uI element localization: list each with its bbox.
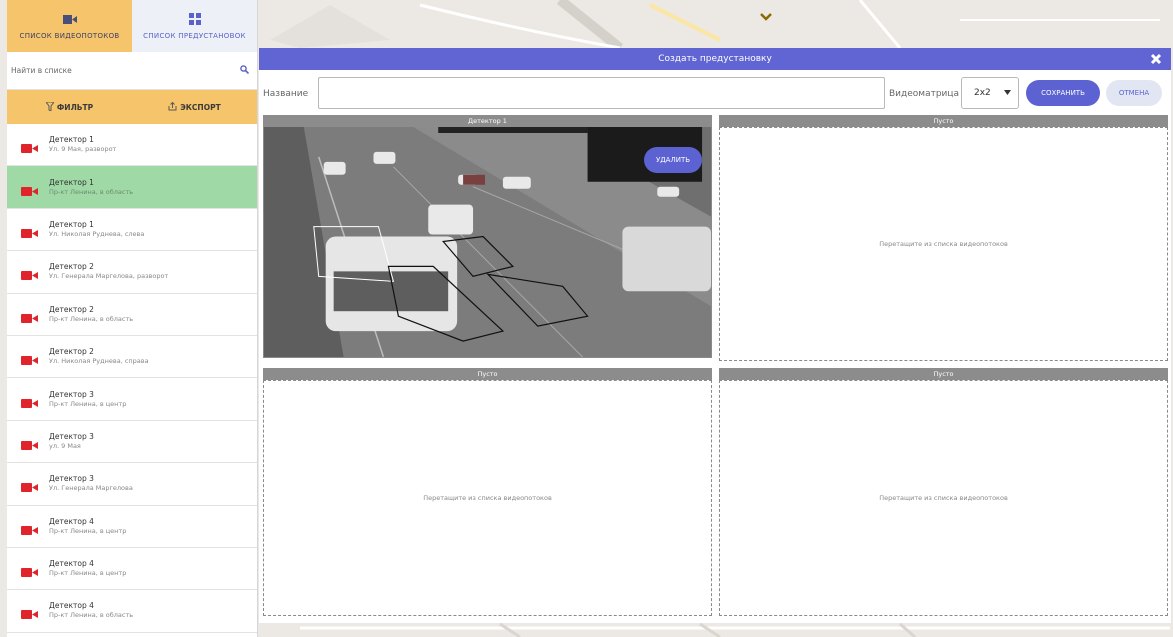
drop-hint: Перетащите из списка видеопотоков bbox=[879, 240, 1008, 248]
video-camera-icon bbox=[21, 139, 39, 154]
left-panel: СПИСОК ВИДЕОПОТОКОВ СПИСОК ПРЕДУСТАНОВОК… bbox=[7, 0, 258, 637]
cell-header: Пусто bbox=[263, 368, 712, 380]
list-item[interactable]: Детектор 3 Ул. Генерала Маргелова bbox=[7, 463, 257, 506]
create-preset-dialog: Создать предустановку Название Видеоматр… bbox=[259, 48, 1171, 623]
video-camera-icon bbox=[21, 521, 39, 535]
video-camera-icon bbox=[21, 563, 39, 578]
tab-presets[interactable]: СПИСОК ПРЕДУСТАНОВОК bbox=[132, 0, 257, 52]
video-camera-icon bbox=[21, 605, 39, 620]
tab-video-streams[interactable]: СПИСОК ВИДЕОПОТОКОВ bbox=[7, 0, 132, 52]
export-button[interactable]: ЭКСПОРТ bbox=[132, 101, 257, 113]
list-item[interactable]: Детектор 1 Пр-кт Ленина, в область bbox=[7, 166, 257, 209]
cancel-button[interactable]: ОТМЕНА bbox=[1106, 80, 1162, 106]
list-item[interactable]: Детектор 2 Ул. Генерала Маргелова, развор… bbox=[7, 251, 257, 294]
cell-header: Пусто bbox=[719, 115, 1168, 127]
stream-title: Детектор 4 bbox=[49, 601, 94, 611]
stream-title: Детектор 3 bbox=[49, 474, 94, 484]
stream-list: Детектор 1 Ул. 9 Мая, разворот Детектор 1… bbox=[7, 124, 257, 633]
video-camera-icon bbox=[21, 309, 39, 323]
dropdown-arrow-icon bbox=[1004, 88, 1011, 98]
grid-icon bbox=[188, 12, 201, 26]
matrix-cell-3[interactable]: Пусто Перетащите из списка видеопотоков bbox=[263, 368, 712, 616]
stream-title: Детектор 4 bbox=[49, 516, 94, 526]
stream-title: Детектор 4 bbox=[49, 559, 94, 569]
matrix-cell-4[interactable]: Пусто Перетащите из списка видеопотоков bbox=[719, 368, 1168, 616]
drop-zone[interactable]: Перетащите из списка видеопотоков bbox=[719, 127, 1168, 361]
drop-hint: Перетащите из списка видеопотоков bbox=[423, 494, 552, 502]
tab-video-streams-label: СПИСОК ВИДЕОПОТОКОВ bbox=[19, 32, 120, 40]
search-icon[interactable] bbox=[240, 65, 250, 76]
list-item[interactable]: Детектор 2 Ул. Николая Руднева, справа bbox=[7, 336, 257, 379]
export-label: ЭКСПОРТ bbox=[180, 102, 221, 112]
list-item[interactable]: Детектор 2 Пр-кт Ленина, в область bbox=[7, 294, 257, 336]
stream-location: Пр-кт Ленина, в область bbox=[49, 611, 134, 620]
stream-title: Детектор 1 bbox=[49, 177, 94, 187]
drop-zone[interactable]: Перетащите из списка видеопотоков bbox=[719, 380, 1168, 616]
video-preview: УДАЛИТЬ bbox=[263, 127, 712, 358]
matrix-label: Видеоматрица bbox=[889, 89, 960, 99]
stream-location: Пр-кт Ленина, в область bbox=[49, 314, 134, 323]
dialog-header: Создать предустановку bbox=[259, 48, 1171, 70]
cell-header: Детектор 1 bbox=[263, 115, 712, 127]
stream-title: Детектор 2 bbox=[49, 262, 94, 272]
stream-title: Детектор 1 bbox=[49, 135, 94, 145]
save-button[interactable]: СОХРАНИТЬ bbox=[1026, 80, 1100, 106]
list-item[interactable]: Детектор 3 Пр-кт Ленина, в центр bbox=[7, 378, 257, 421]
dialog-title: Создать предустановку bbox=[658, 54, 772, 64]
filter-button[interactable]: ФИЛЬТР bbox=[7, 101, 132, 113]
stream-location: Ул. Генерала Маргелова bbox=[49, 484, 133, 493]
name-label: Название bbox=[263, 89, 309, 99]
stream-location: Ул. Генерала Маргелова, разворот bbox=[49, 272, 169, 281]
video-camera-icon bbox=[21, 351, 39, 366]
stream-title: Детектор 3 bbox=[49, 431, 94, 441]
stream-location: Пр-кт Ленина, в область bbox=[49, 187, 134, 196]
search-input[interactable]: Найти в списке bbox=[11, 66, 72, 75]
drop-zone[interactable]: Перетащите из списка видеопотоков bbox=[263, 380, 712, 616]
panel-tabs: СПИСОК ВИДЕОПОТОКОВ СПИСОК ПРЕДУСТАНОВОК bbox=[7, 0, 257, 52]
drop-hint: Перетащите из списка видеопотоков bbox=[879, 494, 1008, 502]
list-item[interactable]: Детектор 1 Ул. 9 Мая, разворот bbox=[7, 124, 257, 167]
stream-title: Детектор 2 bbox=[49, 347, 94, 357]
stream-location: Пр-кт Ленина, в центр bbox=[49, 526, 127, 535]
stream-title: Детектор 2 bbox=[49, 304, 94, 314]
matrix-value: 2x2 bbox=[974, 88, 991, 98]
matrix-cell-1[interactable]: Детектор 1 УДАЛИТЬ bbox=[263, 115, 712, 358]
stream-title: Детектор 3 bbox=[49, 389, 94, 399]
export-icon bbox=[168, 101, 177, 113]
preset-form: Название Видеоматрица 2x2 СОХРАНИТЬ ОТМЕ… bbox=[259, 70, 1171, 118]
list-item[interactable]: Детектор 4 Пр-кт Ленина, в область bbox=[7, 590, 257, 633]
stream-location: Ул. Николая Руднева, справа bbox=[49, 357, 149, 366]
video-camera-icon bbox=[62, 12, 77, 26]
list-item[interactable]: Детектор 4 Пр-кт Ленина, в центр bbox=[7, 506, 257, 548]
delete-button[interactable]: УДАЛИТЬ bbox=[644, 147, 702, 173]
video-camera-icon bbox=[21, 266, 39, 281]
video-camera-icon bbox=[21, 478, 39, 493]
list-item[interactable]: Детектор 4 Пр-кт Ленина, в центр bbox=[7, 548, 257, 591]
close-icon[interactable] bbox=[1149, 52, 1163, 66]
name-field[interactable] bbox=[318, 77, 885, 109]
stream-location: Ул. 9 Мая, разворот bbox=[49, 145, 117, 154]
stream-title: Детектор 1 bbox=[49, 219, 94, 229]
list-item[interactable]: Детектор 3 ул. 9 Мая bbox=[7, 421, 257, 464]
cell-header: Пусто bbox=[719, 368, 1168, 380]
video-camera-icon bbox=[21, 224, 39, 238]
stream-location: ул. 9 Мая bbox=[49, 441, 81, 450]
stream-location: Ул. Николая Руднева, слева bbox=[49, 229, 145, 238]
stream-location: Пр-кт Ленина, в центр bbox=[49, 399, 127, 408]
stream-location: Пр-кт Ленина, в центр bbox=[49, 569, 127, 578]
video-camera-icon bbox=[21, 436, 39, 450]
filter-icon bbox=[44, 101, 55, 113]
list-toolbar: ФИЛЬТР ЭКСПОРТ bbox=[7, 90, 257, 124]
filter-label: ФИЛЬТР bbox=[56, 102, 94, 112]
chevron-down-icon[interactable] bbox=[758, 8, 774, 21]
search-field[interactable]: Найти в списке bbox=[7, 52, 257, 90]
video-camera-icon bbox=[21, 394, 39, 408]
matrix-cell-2[interactable]: Пусто Перетащите из списка видеопотоков bbox=[719, 115, 1168, 361]
video-camera-icon bbox=[21, 182, 39, 196]
tab-presets-label: СПИСОК ПРЕДУСТАНОВОК bbox=[143, 32, 246, 40]
list-item[interactable]: Детектор 1 Ул. Николая Руднева, слева bbox=[7, 209, 257, 252]
matrix-select[interactable]: 2x2 bbox=[961, 77, 1019, 109]
